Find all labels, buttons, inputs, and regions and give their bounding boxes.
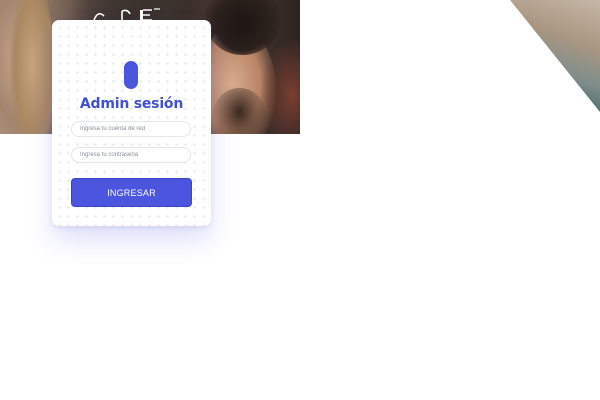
login-card: Admin sesión INGRESAR [52, 20, 211, 226]
login-submit-button[interactable]: INGRESAR [71, 178, 192, 207]
hero-hair-left [10, 0, 55, 134]
login-page: Admin sesión INGRESAR [0, 0, 600, 400]
password-input[interactable] [71, 147, 191, 163]
corner-photo [510, 0, 600, 112]
username-input[interactable] [71, 121, 191, 137]
login-title: Admin sesión [79, 96, 184, 112]
brand-logo-icon [124, 61, 138, 89]
